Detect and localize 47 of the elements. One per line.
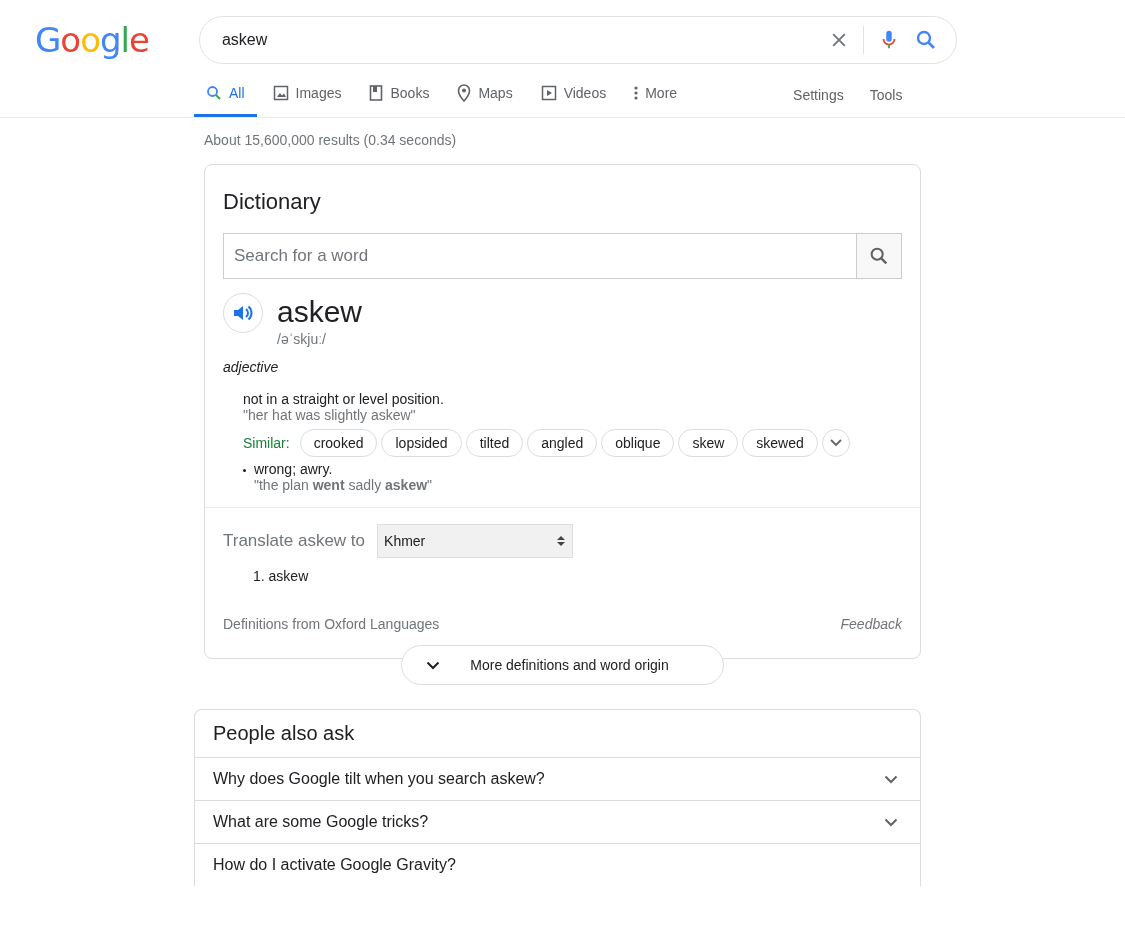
pronounce-button[interactable] (223, 293, 263, 333)
search-tab[interactable]: More (622, 78, 690, 117)
search-tab[interactable]: All (194, 78, 257, 117)
question-row[interactable]: How do I activate Google Gravity? (195, 843, 920, 886)
image-icon (272, 85, 289, 101)
question-row[interactable]: What are some Google tricks? (195, 800, 920, 843)
toolbar-link[interactable]: Tools (869, 87, 903, 103)
chevron-icon (829, 439, 842, 447)
chevron-icon (426, 660, 441, 670)
bullet-icon (243, 469, 246, 472)
definition: wrong; awry. (254, 461, 334, 477)
google-logo[interactable]: Google (35, 20, 149, 60)
feedback-link[interactable]: Feedback (840, 616, 902, 632)
definition: not in a straight or level position. (243, 391, 445, 407)
search-tab[interactable]: Maps (445, 78, 525, 117)
language-select[interactable]: Khmer (377, 524, 574, 558)
section-title: People also ask (212, 721, 356, 746)
map-pin-icon (457, 84, 472, 102)
toolbar-link[interactable]: Settings (793, 87, 844, 103)
translate-label: Translate askew to (223, 531, 366, 551)
chevron-icon (884, 774, 898, 784)
search-button[interactable] (856, 233, 902, 279)
phonetic: /əˈskjuː/ (277, 331, 327, 347)
speaker-icon (233, 304, 253, 322)
similar-label: Similar: (243, 435, 290, 451)
more-definitions-button[interactable]: More definitions and word origin (401, 645, 724, 685)
part-of-speech: adjective (223, 359, 280, 375)
search-icon (868, 245, 890, 267)
word-search-field[interactable]: Search for a word (223, 233, 856, 279)
card-title: Dictionary (223, 189, 322, 215)
search-tab[interactable]: Books (357, 78, 442, 117)
book-icon (369, 85, 384, 101)
chevron-icon (884, 817, 898, 827)
result-stats: About 15,600,000 results (0.34 seconds) (204, 132, 458, 148)
more-icon (634, 86, 639, 100)
question-row[interactable]: Why does Google tilt when you search askew? (195, 757, 920, 800)
play-icon (540, 85, 557, 101)
example: "her hat was slightly askew" (243, 407, 417, 423)
example: "the plan went sadly askew" (254, 477, 433, 493)
search-tab[interactable]: Images (260, 78, 354, 117)
search-icon (206, 85, 222, 101)
sort-arrows-icon (556, 534, 567, 548)
source-note: Definitions from Oxford Languages (223, 616, 440, 632)
expand-button[interactable] (821, 429, 850, 457)
search-tab[interactable]: Videos (528, 78, 619, 117)
translation: 1. askew (253, 568, 310, 584)
headword: askew (277, 294, 363, 330)
